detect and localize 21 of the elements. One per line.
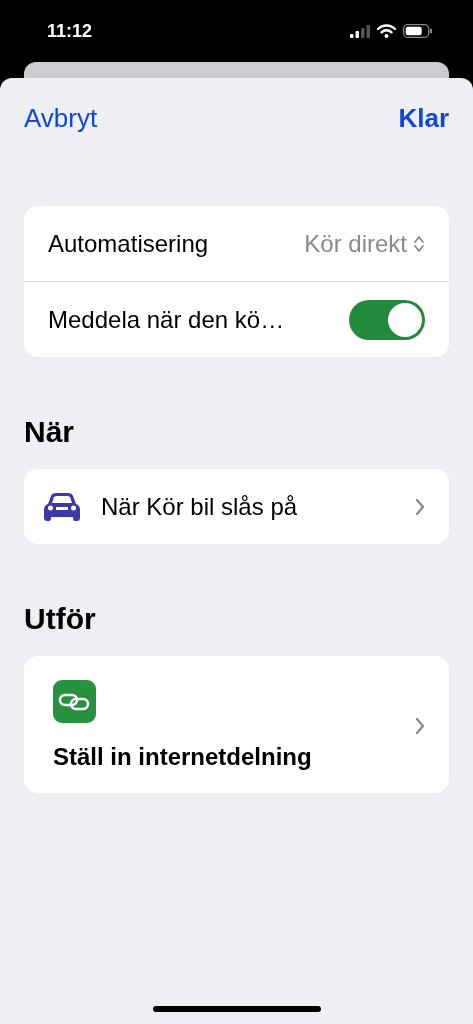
updown-icon xyxy=(413,233,425,254)
setting-label: Meddela när den kö… xyxy=(48,305,285,334)
action-label: Ställ in internetdelning xyxy=(53,743,312,771)
automation-picker[interactable]: Kör direkt xyxy=(304,229,425,258)
signal-icon xyxy=(350,24,370,38)
section-heading: Utför xyxy=(24,602,97,636)
wifi-icon xyxy=(377,24,396,38)
cancel-button[interactable]: Avbryt xyxy=(24,102,98,134)
car-icon xyxy=(43,491,81,522)
done-button[interactable]: Klar xyxy=(398,102,449,134)
trigger-label: När Kör bil slås på xyxy=(101,492,299,521)
notify-toggle[interactable] xyxy=(349,299,425,340)
chevron-icon xyxy=(415,716,425,735)
action-row[interactable]: Ställ in internetdelning xyxy=(24,656,449,793)
setting-label: Automatisering xyxy=(48,229,209,258)
battery-icon xyxy=(403,24,433,38)
chevron-icon xyxy=(415,497,425,516)
status-time: 11:12 xyxy=(47,20,93,42)
link-icon xyxy=(53,680,96,723)
section-heading: När xyxy=(24,415,76,449)
trigger-row[interactable]: När Kör bil slås på xyxy=(24,469,449,544)
